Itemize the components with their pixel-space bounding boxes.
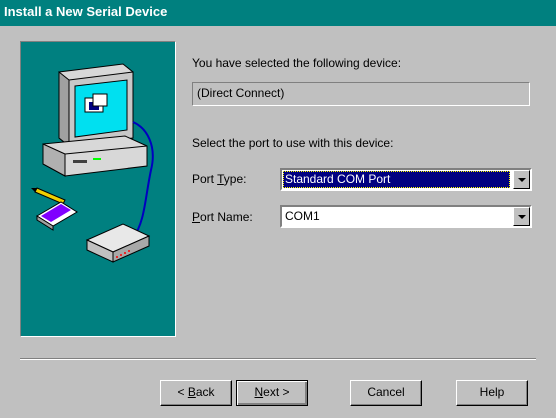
wizard-illustration: [20, 41, 176, 337]
back-button-mnemonic: B: [187, 385, 196, 399]
back-button[interactable]: < Back: [160, 380, 232, 406]
next-button-mnemonic: N: [254, 385, 264, 399]
pencil-icon: [31, 187, 66, 205]
help-button[interactable]: Help: [456, 380, 528, 406]
computer-icon: [42, 63, 148, 177]
next-button[interactable]: Next >: [236, 380, 308, 406]
modem-icon: [85, 223, 151, 263]
port-type-label-rest: ype:: [223, 172, 247, 186]
port-type-value: Standard COM Port: [283, 171, 510, 188]
port-name-value: COM1: [285, 209, 320, 223]
chevron-down-icon[interactable]: [513, 207, 530, 226]
cancel-button[interactable]: Cancel: [350, 380, 422, 406]
port-name-dropdown[interactable]: COM1: [280, 205, 532, 228]
selected-device-value: (Direct Connect): [197, 86, 285, 100]
card-icon: [36, 201, 78, 231]
back-button-prefix: <: [177, 385, 188, 399]
selected-device-field: (Direct Connect): [192, 82, 530, 106]
port-name-label-rest: ort Name:: [200, 210, 253, 224]
port-name-label: Port Name:: [192, 210, 253, 224]
install-serial-device-dialog: Install a New Serial Device You have sel…: [0, 0, 556, 418]
chevron-down-icon[interactable]: [513, 170, 530, 189]
title-bar: Install a New Serial Device: [0, 0, 556, 26]
port-type-label: Port Type:: [192, 172, 246, 186]
port-type-label-prefix: Port: [192, 172, 218, 186]
window-title: Install a New Serial Device: [4, 4, 168, 19]
port-name-label-mnemonic: P: [192, 210, 201, 224]
cable: [132, 121, 154, 239]
back-button-rest: ack: [195, 385, 215, 399]
port-prompt: Select the port to use with this device:: [192, 136, 394, 150]
port-type-dropdown[interactable]: Standard COM Port: [280, 168, 532, 191]
divider: [20, 358, 536, 360]
next-button-rest: ext >: [263, 385, 290, 399]
selected-device-prompt: You have selected the following device:: [192, 56, 402, 70]
port-type-label-mnemonic: T: [217, 172, 224, 186]
